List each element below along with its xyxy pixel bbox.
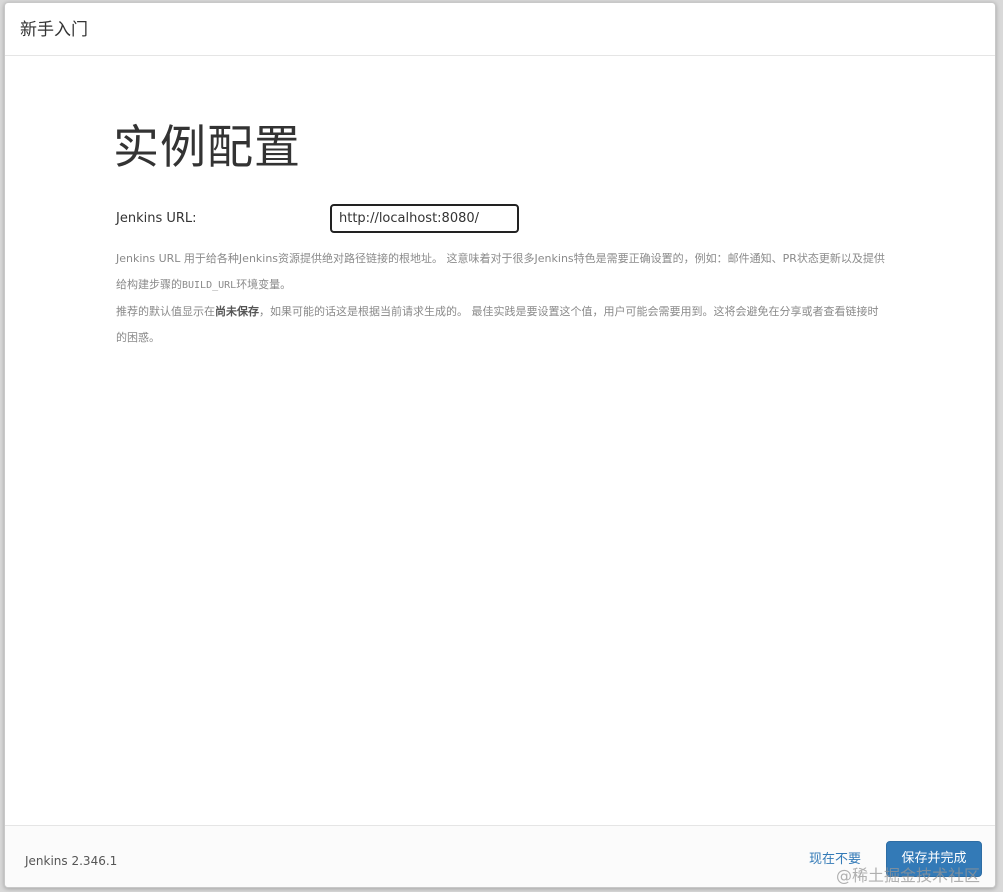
dialog-header: 新手入门 (5, 3, 995, 56)
help-paragraph-1: Jenkins URL 用于给各种Jenkins资源提供绝对路径链接的根地址。 … (116, 252, 885, 291)
help-paragraph-2: 推荐的默认值显示在尚未保存，如果可能的话这是根据当前请求生成的。 最佳实践是要设… (116, 305, 879, 344)
jenkins-url-label: Jenkins URL: (116, 211, 197, 226)
setup-dialog: 新手入门 实例配置 Jenkins URL: Jenkins URL 用于给各种… (4, 2, 996, 888)
dialog-title: 新手入门 (20, 20, 88, 40)
jenkins-url-input[interactable] (330, 204, 519, 233)
page-title: 实例配置 (113, 120, 301, 174)
version-label: Jenkins 2.346.1 (25, 854, 118, 868)
help-text: Jenkins URL 用于给各种Jenkins资源提供绝对路径链接的根地址。 … (116, 246, 886, 351)
not-saved-emphasis: 尚未保存 (215, 305, 259, 318)
watermark: @稀土掘金技术社区 (836, 866, 981, 885)
env-var-code: BUILD_URL (182, 280, 237, 291)
